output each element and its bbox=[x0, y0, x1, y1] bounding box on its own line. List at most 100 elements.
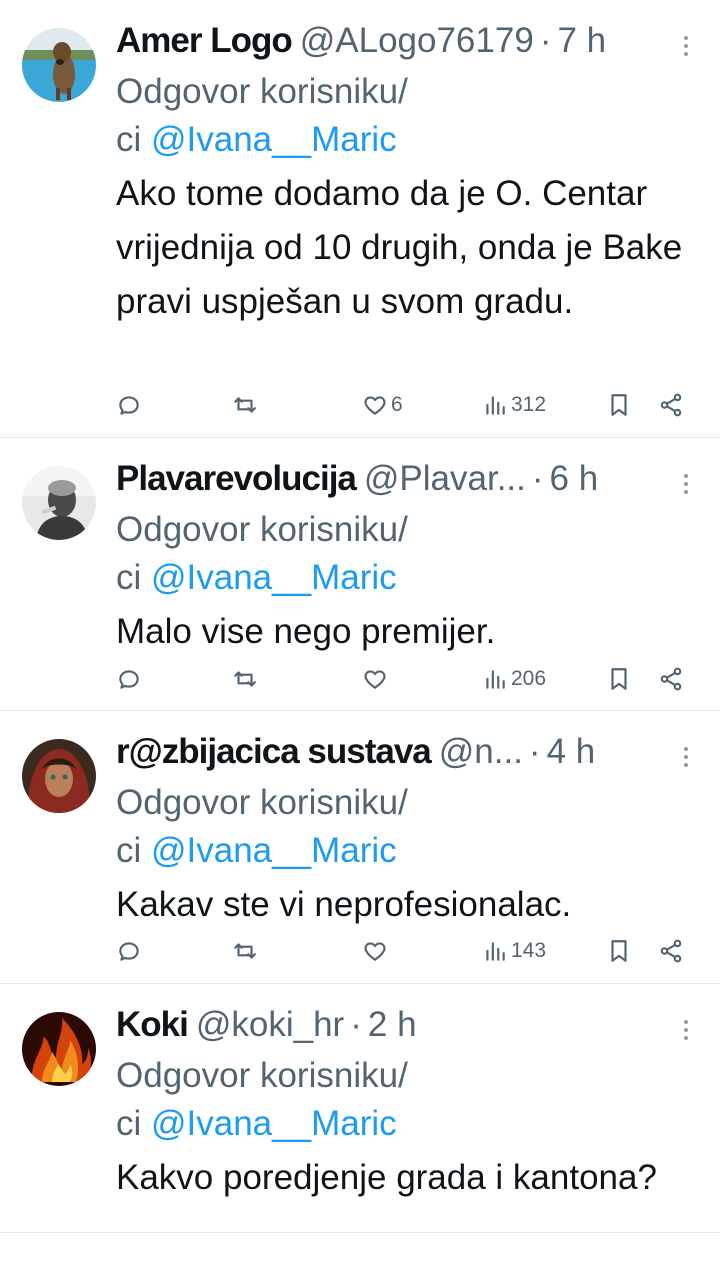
like-icon bbox=[364, 942, 386, 961]
action-bar: 143 bbox=[116, 931, 700, 971]
tweet-text: Ako tome dodamo da je O. Centar vrijedni… bbox=[116, 174, 683, 321]
separator-dot: · bbox=[539, 21, 552, 60]
bookmark-button[interactable] bbox=[606, 385, 632, 425]
reply-button[interactable] bbox=[116, 659, 142, 699]
avatar-image-portrait bbox=[22, 739, 96, 813]
reply-feed: Amer Logo @ALogo76179 · 7 h Odgovor kori… bbox=[0, 0, 720, 1264]
tweet-text: Kakav ste vi neprofesionalac. bbox=[116, 885, 572, 924]
tweet-body: Plavarevolucija @Plavar... · 6 h Odgovor… bbox=[116, 452, 700, 659]
views-button[interactable]: 143 bbox=[482, 931, 546, 971]
reply-ci: ci bbox=[116, 1104, 151, 1143]
tweet-header: Amer Logo @ALogo76179 · 7 h bbox=[116, 14, 700, 68]
separator-dot: · bbox=[350, 1005, 362, 1044]
views-button[interactable]: 206 bbox=[482, 659, 546, 699]
retweet-icon bbox=[234, 943, 256, 959]
mention-link[interactable]: @Ivana__Maric bbox=[151, 831, 397, 870]
reply-prefix: Odgovor korisniku/ bbox=[116, 510, 408, 549]
reply-ci: ci bbox=[116, 831, 151, 870]
reply-context: Odgovor korisniku/ ci @Ivana__Maric bbox=[116, 68, 700, 164]
like-button[interactable]: 6 bbox=[362, 385, 403, 425]
share-icon bbox=[660, 939, 682, 963]
views-button[interactable]: 312 bbox=[482, 385, 546, 425]
display-name[interactable]: Amer Logo bbox=[116, 14, 293, 68]
action-bar: 6 312 bbox=[116, 385, 700, 425]
tweet-header: r@zbijacica sustava @n... · 4 h bbox=[116, 725, 700, 779]
timestamp[interactable]: 2 h bbox=[368, 998, 417, 1052]
tweet[interactable]: Amer Logo @ALogo76179 · 7 h Odgovor kori… bbox=[0, 0, 720, 438]
user-handle[interactable]: @Plavar... bbox=[364, 452, 526, 506]
separator-dot: · bbox=[528, 732, 541, 771]
like-button[interactable] bbox=[362, 659, 391, 699]
retweet-button[interactable] bbox=[232, 385, 258, 425]
mention-link[interactable]: @Ivana__Maric bbox=[151, 1104, 397, 1143]
reply-prefix: Odgovor korisniku/ bbox=[116, 1056, 408, 1095]
retweet-button[interactable] bbox=[232, 931, 258, 971]
divider bbox=[0, 1232, 720, 1233]
reply-context: Odgovor korisniku/ ci @Ivana__Maric bbox=[116, 779, 700, 875]
views-icon bbox=[486, 942, 505, 961]
timestamp[interactable]: 6 h bbox=[550, 452, 599, 506]
reply-prefix: Odgovor korisniku/ bbox=[116, 72, 408, 111]
avatar[interactable] bbox=[22, 739, 96, 813]
retweet-icon bbox=[234, 397, 256, 413]
avatar-image-fire bbox=[22, 1012, 96, 1086]
views-icon bbox=[486, 396, 505, 415]
tweet-header: Koki @koki_hr · 2 h bbox=[116, 998, 700, 1052]
tweet[interactable]: Plavarevolucija @Plavar... · 6 h Odgovor… bbox=[0, 438, 720, 711]
separator-dot: · bbox=[531, 459, 544, 498]
bookmark-icon bbox=[611, 394, 627, 416]
tweet-text: Kakvo poredjenje grada i kantona? bbox=[116, 1158, 657, 1197]
share-button[interactable] bbox=[658, 659, 684, 699]
tweet-body: Koki @koki_hr · 2 h Odgovor korisniku/ c… bbox=[116, 998, 700, 1205]
like-icon bbox=[364, 396, 386, 415]
user-handle[interactable]: @n... bbox=[439, 725, 523, 779]
bookmark-button[interactable] bbox=[606, 659, 632, 699]
reply-context: Odgovor korisniku/ ci @Ivana__Maric bbox=[116, 1052, 700, 1148]
share-icon bbox=[660, 667, 682, 691]
reply-button[interactable] bbox=[116, 385, 142, 425]
reply-ci: ci bbox=[116, 558, 151, 597]
share-button[interactable] bbox=[658, 385, 684, 425]
views-icon bbox=[486, 670, 505, 689]
tweet-body: Amer Logo @ALogo76179 · 7 h Odgovor kori… bbox=[116, 14, 700, 329]
reply-icon bbox=[119, 942, 139, 961]
action-bar: 206 bbox=[116, 659, 700, 699]
share-button[interactable] bbox=[658, 931, 684, 971]
tweet-header: Plavarevolucija @Plavar... · 6 h bbox=[116, 452, 700, 506]
user-handle[interactable]: @koki_hr bbox=[196, 998, 344, 1052]
timestamp[interactable]: 4 h bbox=[547, 725, 596, 779]
display-name[interactable]: r@zbijacica sustava bbox=[116, 725, 432, 779]
bookmark-icon bbox=[611, 668, 627, 690]
avatar[interactable] bbox=[22, 28, 96, 102]
tweet-text: Malo vise nego premijer. bbox=[116, 612, 496, 651]
reply-ci: ci bbox=[116, 120, 151, 159]
reply-icon bbox=[119, 670, 139, 689]
display-name[interactable]: Koki bbox=[116, 998, 189, 1052]
tweet[interactable]: Koki @koki_hr · 2 h Odgovor korisniku/ c… bbox=[0, 984, 720, 1232]
reply-context: Odgovor korisniku/ ci @Ivana__Maric bbox=[116, 506, 700, 602]
share-icon bbox=[660, 393, 682, 417]
tweet-body: r@zbijacica sustava @n... · 4 h Odgovor … bbox=[116, 725, 700, 932]
reply-icon bbox=[119, 396, 139, 415]
bookmark-button[interactable] bbox=[606, 931, 632, 971]
mention-link[interactable]: @Ivana__Maric bbox=[151, 120, 397, 159]
mention-link[interactable]: @Ivana__Maric bbox=[151, 558, 397, 597]
views-count: 206 bbox=[511, 667, 547, 690]
views-count: 312 bbox=[511, 393, 547, 416]
retweet-button[interactable] bbox=[232, 659, 258, 699]
reply-button[interactable] bbox=[116, 931, 142, 971]
retweet-icon bbox=[234, 671, 256, 687]
avatar[interactable] bbox=[22, 466, 96, 540]
user-handle[interactable]: @ALogo76179 bbox=[300, 14, 534, 68]
like-icon bbox=[364, 670, 386, 689]
reply-prefix: Odgovor korisniku/ bbox=[116, 783, 408, 822]
avatar-image-dog bbox=[22, 28, 96, 102]
like-button[interactable] bbox=[362, 931, 391, 971]
like-count: 6 bbox=[391, 393, 403, 416]
bookmark-icon bbox=[611, 940, 627, 962]
display-name[interactable]: Plavarevolucija bbox=[116, 452, 357, 506]
tweet[interactable]: r@zbijacica sustava @n... · 4 h Odgovor … bbox=[0, 711, 720, 984]
avatar[interactable] bbox=[22, 1012, 96, 1086]
timestamp[interactable]: 7 h bbox=[557, 14, 606, 68]
avatar-image-man bbox=[22, 466, 96, 540]
